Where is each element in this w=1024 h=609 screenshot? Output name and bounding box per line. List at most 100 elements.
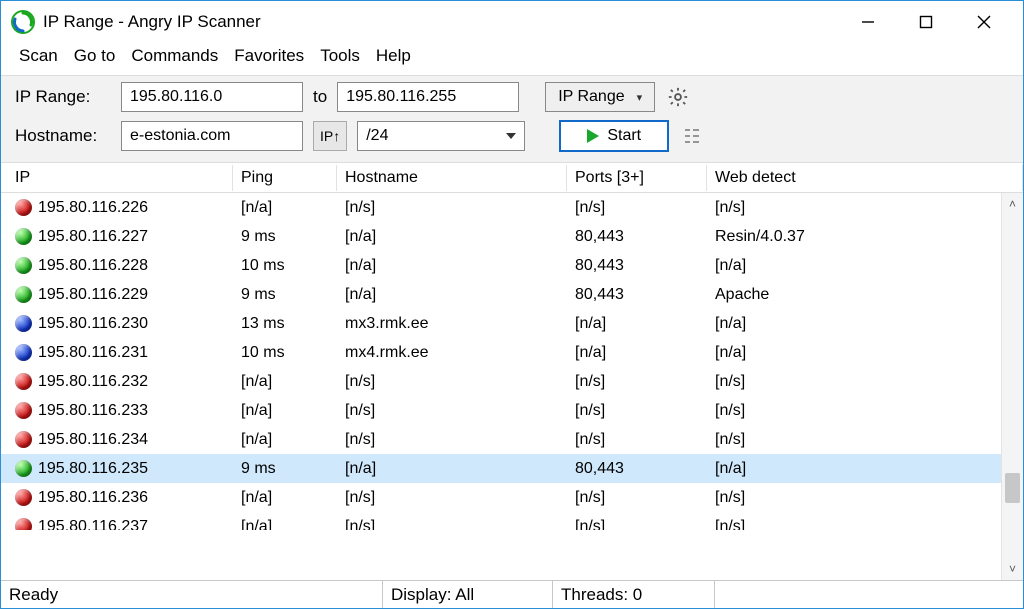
table-row[interactable]: 195.80.116.232[n/a][n/s][n/s][n/s] <box>1 367 1023 396</box>
cell-ping: [n/a] <box>233 402 337 420</box>
window-controls <box>839 1 1013 43</box>
cell-ports: [n/s] <box>567 199 707 217</box>
col-header-ping[interactable]: Ping <box>233 165 337 191</box>
cell-web: [n/s] <box>707 199 1023 217</box>
netmask-select[interactable]: /24 <box>357 121 525 151</box>
table-row[interactable]: 195.80.116.234[n/a][n/s][n/s][n/s] <box>1 425 1023 454</box>
ip-text: 195.80.116.228 <box>38 257 148 275</box>
cell-hostname: [n/a] <box>337 460 567 478</box>
cell-ports: 80,443 <box>567 228 707 246</box>
feeder-select[interactable]: IP Range ▾ <box>545 82 655 112</box>
cell-ip: 195.80.116.232 <box>7 373 233 391</box>
cell-ip: 195.80.116.229 <box>7 286 233 304</box>
cell-ports: [n/s] <box>567 402 707 420</box>
ip-range-label: IP Range: <box>15 87 111 107</box>
menu-commands[interactable]: Commands <box>125 44 224 68</box>
start-button[interactable]: Start <box>559 120 669 152</box>
col-header-ports[interactable]: Ports [3+] <box>567 165 707 191</box>
scroll-down-arrow[interactable]: ˅ <box>1002 558 1023 580</box>
table-row[interactable]: 195.80.116.237[n/a][n/s][n/s][n/s] <box>1 512 1023 530</box>
table-row[interactable]: 195.80.116.236[n/a][n/s][n/s][n/s] <box>1 483 1023 512</box>
cell-ip: 195.80.116.227 <box>7 228 233 246</box>
hostname-label: Hostname: <box>15 126 111 146</box>
scroll-thumb[interactable] <box>1005 473 1020 503</box>
menu-goto[interactable]: Go to <box>68 44 122 68</box>
table-row[interactable]: 195.80.116.226[n/a][n/s][n/s][n/s] <box>1 193 1023 222</box>
cell-hostname: [n/s] <box>337 518 567 531</box>
chevron-down-icon: ▾ <box>637 91 643 104</box>
table-header: IP Ping Hostname Ports [3+] Web detect <box>1 163 1023 193</box>
play-icon <box>587 129 599 143</box>
cell-ping: [n/a] <box>233 199 337 217</box>
status-dot-icon <box>15 257 32 274</box>
ip-text: 195.80.116.229 <box>38 286 148 304</box>
cell-ip: 195.80.116.233 <box>7 402 233 420</box>
ip-text: 195.80.116.234 <box>38 431 148 449</box>
cell-hostname: [n/s] <box>337 199 567 217</box>
cell-hostname: [n/a] <box>337 228 567 246</box>
table-row[interactable]: 195.80.116.2359 ms[n/a]80,443[n/a] <box>1 454 1023 483</box>
status-dot-icon <box>15 489 32 506</box>
cell-ports: [n/s] <box>567 518 707 531</box>
col-header-ip[interactable]: IP <box>7 165 233 191</box>
status-threads: Threads: 0 <box>553 581 715 608</box>
ip-to-input[interactable] <box>337 82 519 112</box>
table-row[interactable]: 195.80.116.233[n/a][n/s][n/s][n/s] <box>1 396 1023 425</box>
menu-scan[interactable]: Scan <box>13 44 64 68</box>
minimize-button[interactable] <box>839 1 897 43</box>
col-header-web[interactable]: Web detect <box>707 165 1023 191</box>
ip-text: 195.80.116.235 <box>38 460 148 478</box>
cell-ports: 80,443 <box>567 460 707 478</box>
cell-ip: 195.80.116.234 <box>7 431 233 449</box>
window-title: IP Range - Angry IP Scanner <box>43 12 261 32</box>
cell-hostname: mx4.rmk.ee <box>337 344 567 362</box>
status-dot-icon <box>15 199 32 216</box>
col-header-hostname[interactable]: Hostname <box>337 165 567 191</box>
scroll-track[interactable] <box>1002 215 1023 558</box>
cell-ports: [n/s] <box>567 431 707 449</box>
cell-ip: 195.80.116.226 <box>7 199 233 217</box>
fetchers-icon[interactable] <box>679 123 705 149</box>
cell-ping: [n/a] <box>233 373 337 391</box>
cell-ports: 80,443 <box>567 286 707 304</box>
cell-ip: 195.80.116.228 <box>7 257 233 275</box>
ip-text: 195.80.116.227 <box>38 228 148 246</box>
ip-text: 195.80.116.232 <box>38 373 148 391</box>
table-row[interactable]: 195.80.116.23110 msmx4.rmk.ee[n/a][n/a] <box>1 338 1023 367</box>
titlebar: IP Range - Angry IP Scanner <box>1 1 1023 43</box>
hostname-input[interactable] <box>121 121 303 151</box>
table-row[interactable]: 195.80.116.2279 ms[n/a]80,443Resin/4.0.3… <box>1 222 1023 251</box>
maximize-button[interactable] <box>897 1 955 43</box>
scroll-up-arrow[interactable]: ˄ <box>1002 193 1023 215</box>
netmask-value: /24 <box>366 127 388 145</box>
status-dot-icon <box>15 373 32 390</box>
cell-web: [n/s] <box>707 431 1023 449</box>
menu-help[interactable]: Help <box>370 44 417 68</box>
cell-web: Resin/4.0.37 <box>707 228 1023 246</box>
gear-icon[interactable] <box>665 84 691 110</box>
table-row[interactable]: 195.80.116.22810 ms[n/a]80,443[n/a] <box>1 251 1023 280</box>
cell-web: [n/s] <box>707 518 1023 531</box>
ip-text: 195.80.116.233 <box>38 402 148 420</box>
app-icon <box>11 10 35 34</box>
app-window: IP Range - Angry IP Scanner Scan Go to C… <box>0 0 1024 609</box>
cell-ip: 195.80.116.231 <box>7 344 233 362</box>
ip-from-input[interactable] <box>121 82 303 112</box>
close-button[interactable] <box>955 1 1013 43</box>
cell-web: [n/a] <box>707 460 1023 478</box>
vertical-scrollbar[interactable]: ˄ ˅ <box>1001 193 1023 580</box>
cell-ping: [n/a] <box>233 489 337 507</box>
cell-ping: 9 ms <box>233 460 337 478</box>
table-row[interactable]: 195.80.116.2299 ms[n/a]80,443Apache <box>1 280 1023 309</box>
cell-ping: [n/a] <box>233 431 337 449</box>
table-row[interactable]: 195.80.116.23013 msmx3.rmk.ee[n/a][n/a] <box>1 309 1023 338</box>
ip-text: 195.80.116.237 <box>38 518 148 531</box>
ip-up-button[interactable]: IP↑ <box>313 121 347 151</box>
menu-tools[interactable]: Tools <box>314 44 366 68</box>
menu-favorites[interactable]: Favorites <box>228 44 310 68</box>
to-label: to <box>313 87 327 107</box>
cell-ip: 195.80.116.236 <box>7 489 233 507</box>
toolbar: IP Range: to IP Range ▾ Hostname: IP↑ /2… <box>1 75 1023 163</box>
cell-hostname: [n/a] <box>337 286 567 304</box>
statusbar: Ready Display: All Threads: 0 <box>1 580 1023 608</box>
